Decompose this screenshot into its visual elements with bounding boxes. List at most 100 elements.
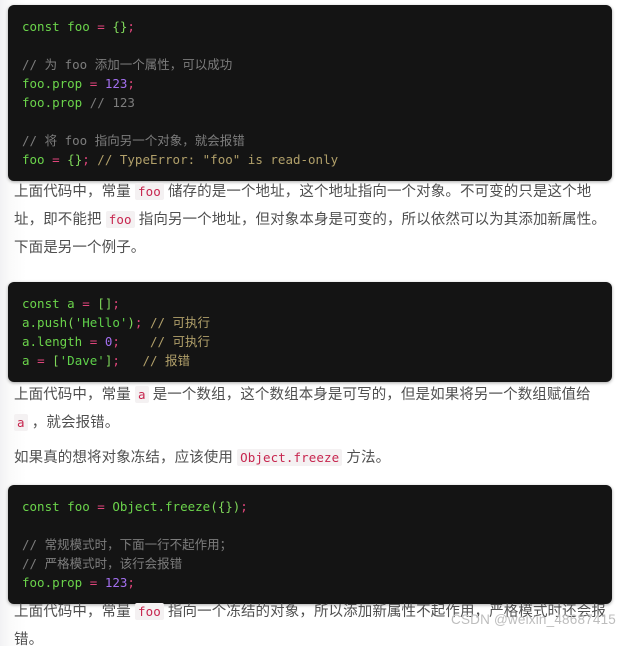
- paragraph-text: 下面是另一个例子。: [14, 240, 146, 256]
- code-line: foo.prop = 123;: [22, 74, 598, 93]
- code-token-comment: // 严格模式时，该行会报错: [22, 556, 183, 571]
- code-token-number: 123: [104, 76, 128, 91]
- paragraph-text: 上面代码中，常量: [14, 604, 135, 620]
- code-line: a.length = 0; // 可执行: [22, 332, 598, 351]
- paragraph-text: 是一个数组，这个数组本身是可写的，但是如果将另一个数组赋值给: [148, 387, 591, 403]
- code-token-identifier: foo.prop: [22, 575, 83, 590]
- code-token-identifier: a.push: [22, 315, 68, 330]
- code-token-string: 'Dave': [59, 353, 105, 368]
- inline-code: foo: [105, 211, 135, 228]
- paragraph-text: 指向另一个地址，但对象本身是可变的，所以依然可以为其添加新属性。: [134, 212, 606, 228]
- code-line: a.push('Hello'); // 可执行: [22, 313, 598, 332]
- code-token-operator: ;: [112, 334, 120, 349]
- code-token-keyword: const: [22, 499, 60, 514]
- paragraph-freeze-advice: 如果真的想将对象冻结，应该使用 Object.freeze 方法。: [14, 444, 606, 472]
- code-token-operator: ;: [112, 296, 120, 311]
- code-token-operator: =: [82, 296, 90, 311]
- paragraph-frozen-result: 上面代码中，常量 foo 指向一个冻结的对象，所以添加新属性不起作用，严格模式时…: [14, 598, 606, 646]
- code-token-operator: ;: [127, 575, 135, 590]
- code-token-identifier: foo: [67, 19, 90, 34]
- code-token-comment: // 123: [89, 95, 135, 110]
- inline-code: foo: [134, 183, 164, 200]
- code-line: const foo = Object.freeze({});: [22, 497, 598, 516]
- paragraph-address-explanation: 上面代码中，常量 foo 储存的是一个地址，这个地址指向一个对象。不可变的只是这…: [14, 178, 606, 234]
- code-token-punctuation: [: [52, 353, 60, 368]
- paragraph-another-example: 下面是另一个例子。: [14, 234, 606, 262]
- code-token-identifier: foo: [67, 499, 90, 514]
- code-token-operator: ;: [127, 76, 135, 91]
- code-token-operator: =: [97, 499, 105, 514]
- code-block-const-foo-object[interactable]: const foo = {}; // 为 foo 添加一个属性，可以成功 foo.…: [8, 5, 612, 181]
- code-line: // 为 foo 添加一个属性，可以成功: [22, 55, 598, 74]
- code-line: a = ['Dave']; // 报错: [22, 351, 598, 370]
- code-line: // 严格模式时，该行会报错: [22, 554, 598, 573]
- paragraph-text: 上面代码中，常量: [14, 184, 135, 200]
- paragraph-text: 方法。: [342, 450, 391, 466]
- code-token-identifier: a: [22, 353, 30, 368]
- code-line: foo = {}; // TypeError: "foo" is read-on…: [22, 150, 598, 169]
- code-token-punctuation: {}: [112, 19, 128, 34]
- code-token-operator: ;: [240, 499, 248, 514]
- paragraph-text: ，就会报错。: [27, 415, 120, 431]
- code-block-object-freeze[interactable]: const foo = Object.freeze({}); // 常规模式时，…: [8, 485, 612, 604]
- inline-code: foo: [134, 603, 164, 620]
- code-token-operator: =: [97, 19, 105, 34]
- code-token-punctuation: (: [67, 315, 75, 330]
- inline-code: Object.freeze: [237, 449, 343, 466]
- paragraph-array-writable: 上面代码中，常量 a 是一个数组，这个数组本身是可写的，但是如果将另一个数组赋值…: [14, 381, 606, 437]
- paragraph-text: 如果真的想将对象冻结，应该使用: [14, 450, 238, 466]
- code-token-identifier: Object.freeze: [112, 499, 211, 514]
- code-line: foo.prop // 123: [22, 93, 598, 112]
- code-token-punctuation: ({}): [210, 499, 241, 514]
- code-token-punctuation: ): [127, 315, 135, 330]
- code-token-operator: =: [37, 353, 45, 368]
- code-token-keyword: const: [22, 19, 60, 34]
- code-token-comment: // 为 foo 添加一个属性，可以成功: [22, 57, 233, 72]
- paragraph-text: 上面代码中，常量: [14, 387, 135, 403]
- code-token-keyword: const: [22, 296, 60, 311]
- code-block-const-a-array[interactable]: const a = []; a.push('Hello'); // 可执行 a.le…: [8, 282, 612, 382]
- inline-code: a: [134, 386, 149, 403]
- code-token-identifier: a.length: [22, 334, 83, 349]
- code-token-operator: ;: [112, 353, 120, 368]
- code-token-punctuation: {}: [67, 152, 83, 167]
- code-token-string: 'Hello': [74, 315, 128, 330]
- code-token-comment-khaki: // 报错: [142, 353, 191, 368]
- code-line: const foo = {};: [22, 17, 598, 36]
- inline-code: a: [14, 414, 28, 431]
- code-token-comment: // 常规模式时，下面一行不起作用；: [22, 537, 233, 552]
- code-line: foo.prop = 123;: [22, 573, 598, 592]
- code-token-operator: ;: [127, 19, 135, 34]
- code-token-identifier: foo.prop: [22, 95, 83, 110]
- code-token-identifier: foo.prop: [22, 76, 83, 91]
- code-token-number: 123: [104, 575, 128, 590]
- code-token-identifier: foo: [22, 152, 45, 167]
- article-page: const foo = {}; // 为 foo 添加一个属性，可以成功 foo.…: [0, 0, 622, 646]
- code-line: // 将 foo 指向另一个对象，就会报错: [22, 131, 598, 150]
- code-token-punctuation: []: [97, 296, 113, 311]
- code-token-comment-khaki: // 可执行: [149, 315, 211, 330]
- code-token-comment-khaki: // TypeError: "foo" is read-only: [97, 152, 339, 167]
- code-line: const a = [];: [22, 294, 598, 313]
- code-token-comment-khaki: // 可执行: [149, 334, 211, 349]
- code-token-operator: =: [52, 152, 60, 167]
- code-token-identifier: a: [67, 296, 75, 311]
- code-token-comment: // 将 foo 指向另一个对象，就会报错: [22, 133, 245, 148]
- code-token-operator: ;: [82, 152, 90, 167]
